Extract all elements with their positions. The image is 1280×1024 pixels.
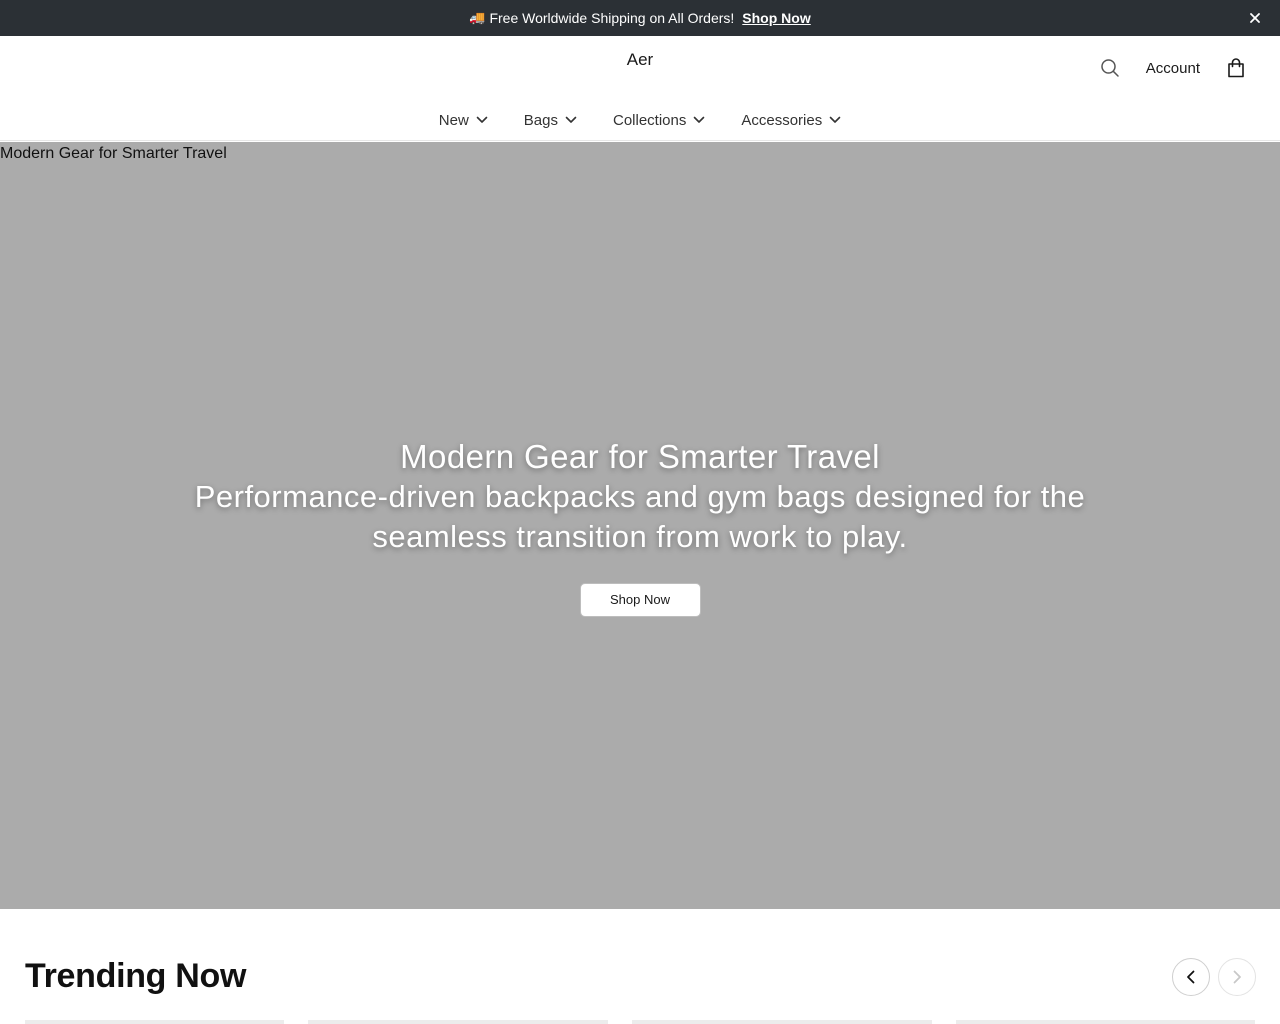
account-link[interactable]: Account [1146, 60, 1200, 77]
nav-item-label: Bags [523, 111, 558, 129]
hero-title: Modern Gear for Smarter Travel [400, 438, 880, 475]
product-card[interactable] [308, 1020, 608, 1024]
site-header: Aer Account New Bags Collections Accesso… [0, 36, 1280, 141]
nav-item-new[interactable]: New [421, 108, 506, 132]
product-card[interactable] [956, 1020, 1255, 1024]
close-announcement-button[interactable] [1246, 9, 1264, 27]
chevron-down-icon [694, 116, 705, 123]
trending-title: Trending Now [25, 957, 247, 995]
hero-image-alt-text: Modern Gear for Smarter Travel [0, 145, 227, 162]
nav-item-collections[interactable]: Collections [595, 108, 723, 132]
announcement-shop-now-link[interactable]: Shop Now [742, 10, 810, 26]
cart-button[interactable] [1224, 56, 1248, 80]
nav-item-accessories[interactable]: Accessories [723, 108, 859, 132]
logo-link[interactable]: Aer [627, 50, 653, 69]
announcement-bar: 🚚 Free Worldwide Shipping on All Orders!… [0, 0, 1280, 36]
chevron-down-icon [829, 116, 841, 123]
chevron-down-icon [565, 116, 577, 123]
product-card[interactable] [632, 1020, 932, 1024]
header-actions: Account [1098, 56, 1248, 80]
cart-icon [1228, 58, 1244, 78]
hero-banner: Modern Gear for Smarter Travel Modern Ge… [0, 142, 1280, 909]
product-card[interactable] [25, 1020, 284, 1024]
carousel-next-button[interactable] [1218, 958, 1256, 996]
logo: Aer [0, 50, 1280, 70]
nav-item-label: New [438, 111, 469, 129]
hero-content: Modern Gear for Smarter Travel Performan… [0, 437, 1280, 617]
close-icon [1250, 13, 1260, 23]
main-nav: New Bags Collections Accessories [0, 108, 1280, 132]
nav-item-label: Accessories [741, 111, 823, 129]
truck-icon: 🚚 [469, 10, 486, 25]
chevron-right-icon [1233, 970, 1241, 984]
search-button[interactable] [1098, 56, 1122, 80]
search-icon [1101, 59, 1119, 77]
chevron-down-icon [476, 116, 488, 123]
hero-shop-now-button[interactable]: Shop Now [579, 583, 701, 617]
carousel-prev-button[interactable] [1172, 958, 1210, 996]
chevron-left-icon [1187, 970, 1195, 984]
announcement-message: Free Worldwide Shipping on All Orders! [489, 10, 735, 26]
nav-item-bags[interactable]: Bags [506, 108, 595, 132]
nav-item-label: Collections [612, 111, 687, 129]
hero-subtitle: Performance-driven backpacks and gym bag… [194, 479, 1086, 554]
